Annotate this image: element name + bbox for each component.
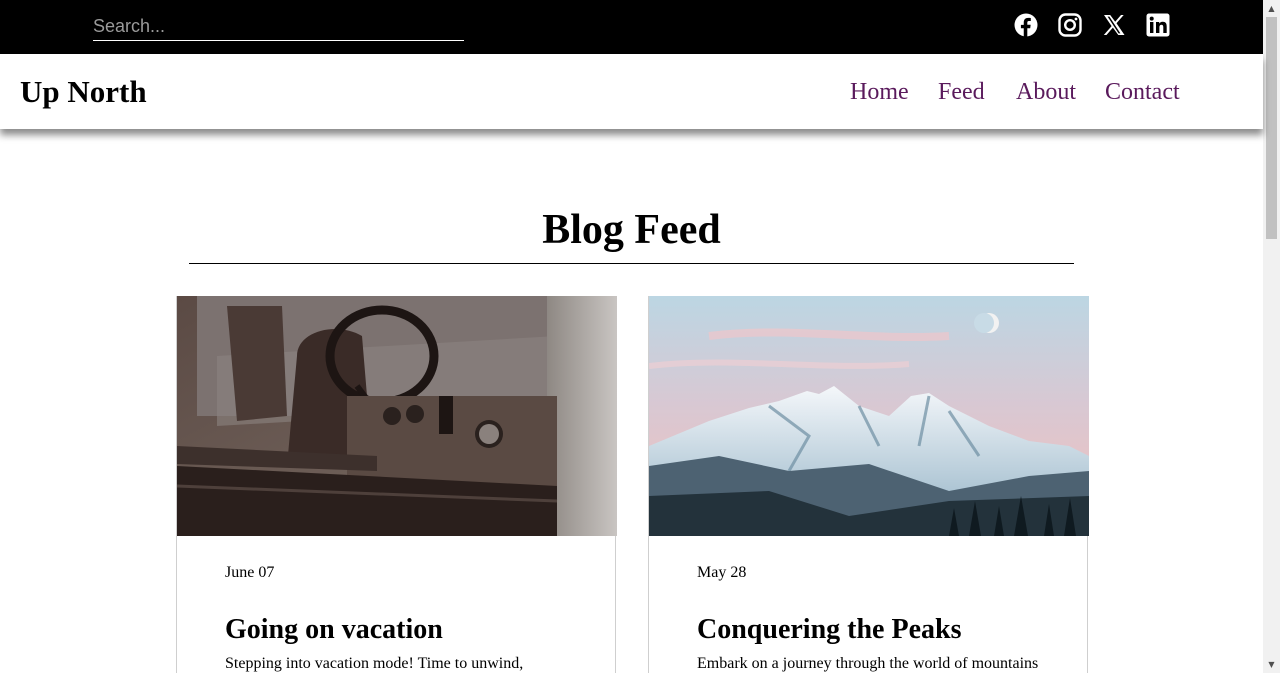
post-date: May 28 bbox=[697, 564, 747, 581]
nav-contact[interactable]: Contact bbox=[1105, 79, 1180, 106]
linkedin-icon[interactable] bbox=[1146, 13, 1170, 37]
scrollbar-thumb[interactable] bbox=[1266, 17, 1277, 239]
post-excerpt: Embark on a journey through the world of… bbox=[697, 655, 1039, 672]
top-bar bbox=[0, 0, 1263, 54]
instagram-icon[interactable] bbox=[1058, 13, 1082, 37]
nav-home[interactable]: Home bbox=[850, 79, 909, 106]
post-excerpt: Stepping into vacation mode! Time to unw… bbox=[225, 655, 524, 672]
facebook-icon[interactable] bbox=[1014, 13, 1038, 37]
search-input[interactable] bbox=[93, 12, 464, 41]
post-card[interactable]: May 28 Conquering the Peaks Embark on a … bbox=[648, 296, 1089, 673]
post-date: June 07 bbox=[225, 564, 275, 581]
post-card[interactable]: June 07 Going on vacation Stepping into … bbox=[176, 296, 617, 673]
page-title: Blog Feed bbox=[542, 207, 721, 253]
x-icon[interactable] bbox=[1102, 13, 1126, 37]
nav-about[interactable]: About bbox=[1016, 79, 1076, 106]
nav-feed[interactable]: Feed bbox=[938, 79, 985, 106]
site-logo[interactable]: Up North bbox=[20, 74, 147, 110]
site-header: Up North Home Feed About Contact bbox=[0, 54, 1263, 129]
post-image[interactable] bbox=[649, 296, 1089, 536]
page-scrollbar[interactable]: ▲ ▼ bbox=[1263, 0, 1280, 673]
scroll-up-icon[interactable]: ▲ bbox=[1263, 0, 1280, 17]
scroll-down-icon[interactable]: ▼ bbox=[1263, 656, 1280, 673]
title-divider bbox=[189, 263, 1074, 264]
post-title[interactable]: Going on vacation bbox=[225, 614, 443, 646]
post-title[interactable]: Conquering the Peaks bbox=[697, 614, 961, 646]
post-image[interactable] bbox=[177, 296, 617, 536]
